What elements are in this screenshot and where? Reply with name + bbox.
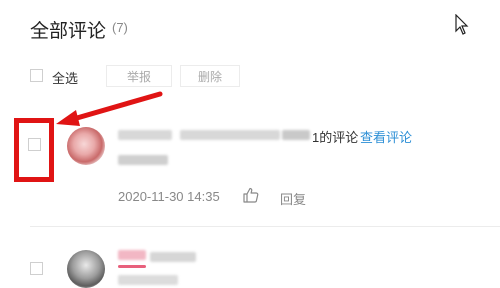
report-button[interactable]: 举报: [106, 65, 172, 87]
blurred-comment-body: [118, 155, 168, 165]
comment-timestamp: 2020-11-30 14:35: [118, 189, 220, 204]
reply-button[interactable]: 回复: [280, 189, 306, 208]
page-title: 全部评论: [30, 21, 107, 42]
avatar[interactable]: [67, 127, 105, 165]
comment-checkbox[interactable]: [30, 262, 43, 275]
select-all-checkbox[interactable]: [30, 69, 43, 82]
blurred-comment-body: [118, 275, 178, 285]
blurred-username: [118, 130, 172, 140]
blurred-text: [180, 130, 280, 140]
comment-target-text: 1的评论: [312, 130, 359, 145]
divider: [30, 226, 500, 227]
thumbs-up-icon[interactable]: [243, 187, 259, 208]
cursor-arrow-icon: [455, 13, 469, 41]
avatar[interactable]: [67, 250, 105, 288]
blurred-username: [118, 250, 146, 260]
view-comment-link[interactable]: 查看评论: [360, 127, 412, 146]
blurred-text: [150, 252, 196, 262]
red-arrow-annotation: [50, 88, 165, 133]
delete-button[interactable]: 删除: [180, 65, 240, 87]
comment-checkbox[interactable]: [28, 138, 41, 151]
blurred-text: [282, 130, 310, 140]
select-all-label: 全选: [52, 71, 79, 86]
blurred-text: [118, 265, 146, 268]
comment-count: (7): [112, 20, 128, 35]
